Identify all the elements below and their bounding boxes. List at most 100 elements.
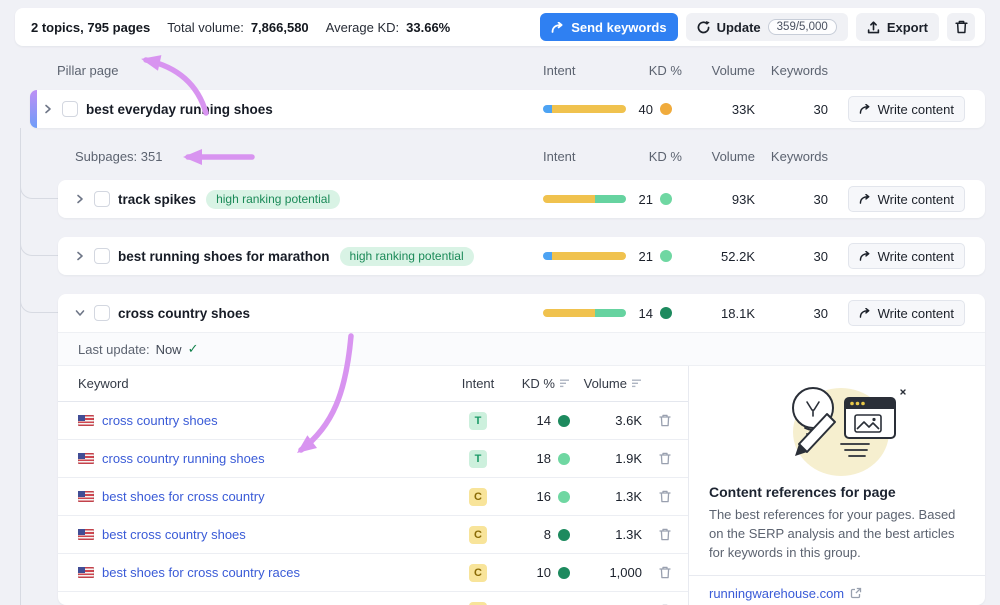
delete-keyword-button[interactable] xyxy=(659,566,671,579)
export-button[interactable]: Export xyxy=(856,13,939,41)
pillar-title: best everyday running shoes xyxy=(86,102,273,117)
column-volume-sort[interactable]: Volume xyxy=(584,376,642,391)
keyword-row[interactable]: best shoes for cross country races C 10 … xyxy=(58,554,688,592)
keyword-link[interactable]: best cross country shoes xyxy=(102,527,246,542)
kd-value: 10 xyxy=(537,565,551,580)
volume-value: 52.2K xyxy=(672,249,755,264)
row-checkbox[interactable] xyxy=(94,248,110,264)
high-ranking-badge: high ranking potential xyxy=(206,190,340,209)
write-content-button[interactable]: Write content xyxy=(848,300,965,326)
pillar-row[interactable]: best everyday running shoes 40 33K 30 Wr… xyxy=(30,90,985,128)
content-references-panel: Content references for page The best ref… xyxy=(688,366,985,605)
intent-badge: C xyxy=(469,526,487,544)
kd-value: 14 xyxy=(537,413,551,428)
write-content-button[interactable]: Write content xyxy=(848,96,965,122)
row-checkbox[interactable] xyxy=(94,191,110,207)
write-content-button[interactable]: Write content xyxy=(848,243,965,269)
expand-chevron-icon[interactable] xyxy=(74,194,86,204)
volume-value: 1.3K xyxy=(570,489,642,504)
update-label: Update xyxy=(717,20,761,35)
row-checkbox[interactable] xyxy=(94,305,110,321)
topics-pages-count: 2 topics, 795 pages xyxy=(31,20,150,35)
write-content-button[interactable]: Write content xyxy=(848,186,965,212)
delete-keyword-button[interactable] xyxy=(659,528,671,541)
keyword-row-partial[interactable]: best cross country running shoes C 10 1.… xyxy=(58,592,688,605)
us-flag-icon xyxy=(78,453,94,464)
delete-keyword-button[interactable] xyxy=(659,414,671,427)
trash-icon xyxy=(659,452,671,465)
keyword-link[interactable]: cross country shoes xyxy=(102,413,218,428)
send-arrow-icon xyxy=(551,22,564,33)
column-kd: KD % xyxy=(649,63,682,78)
kd-value: 14 xyxy=(639,306,653,321)
tree-branch-line xyxy=(20,173,58,199)
tree-trunk-line xyxy=(20,128,21,605)
delete-button[interactable] xyxy=(947,13,975,41)
keyword-row[interactable]: cross country running shoes T 18 1.9K xyxy=(58,440,688,478)
column-intent: Intent xyxy=(462,376,495,391)
send-keywords-button[interactable]: Send keywords xyxy=(540,13,677,41)
intent-badge: T xyxy=(469,412,487,430)
export-label: Export xyxy=(887,20,928,35)
trash-icon xyxy=(659,566,671,579)
trash-icon xyxy=(659,528,671,541)
average-kd-label: Average KD: xyxy=(326,20,399,35)
kd-value: 8 xyxy=(544,527,551,542)
subpage-row-marathon[interactable]: best running shoes for marathon high ran… xyxy=(58,237,985,275)
subpage-row-cross-country[interactable]: cross country shoes 14 18.1K 30 Write co… xyxy=(58,294,985,332)
last-update-label: Last update: xyxy=(78,342,150,357)
keyword-link[interactable]: best shoes for cross country xyxy=(102,489,265,504)
kd-value: 40 xyxy=(639,102,653,117)
keywords-count: 30 xyxy=(755,102,828,117)
column-volume: Volume xyxy=(712,149,755,164)
subpage-title: best running shoes for marathon xyxy=(118,249,330,264)
update-button[interactable]: Update 359/5,000 xyxy=(686,13,848,41)
expand-chevron-icon[interactable] xyxy=(42,104,54,114)
keyword-link[interactable]: best shoes for cross country races xyxy=(102,565,300,580)
us-flag-icon xyxy=(78,567,94,578)
subpage-title: track spikes xyxy=(118,192,196,207)
tree-branch-line xyxy=(20,230,58,256)
trash-icon xyxy=(659,414,671,427)
expand-chevron-icon[interactable] xyxy=(74,251,86,261)
us-flag-icon xyxy=(78,529,94,540)
keywords-count: 30 xyxy=(755,192,828,207)
trash-icon xyxy=(659,490,671,503)
write-arrow-icon xyxy=(859,251,871,261)
subpages-section-header: Subpages: 351 Intent KD % Volume Keyword… xyxy=(30,143,985,169)
send-keywords-label: Send keywords xyxy=(571,20,666,35)
row-checkbox[interactable] xyxy=(62,101,78,117)
keyword-link[interactable]: cross country running shoes xyxy=(102,451,265,466)
subpages-count-label: Subpages: 351 xyxy=(30,149,543,164)
intent-badge: T xyxy=(469,450,487,468)
column-kd-sort[interactable]: KD % xyxy=(522,376,570,391)
column-keywords: Keywords xyxy=(771,149,828,164)
volume-value: 1,000 xyxy=(570,565,642,580)
keyword-row[interactable]: best cross country shoes C 8 1.3K xyxy=(58,516,688,554)
us-flag-icon xyxy=(78,491,94,502)
kd-value: 21 xyxy=(639,249,653,264)
intent-bar xyxy=(543,252,626,260)
keyword-row[interactable]: cross country shoes T 14 3.6K xyxy=(58,402,688,440)
volume-value: 33K xyxy=(672,102,755,117)
kd-dot xyxy=(660,103,672,115)
topic-research-page: 2 topics, 795 pages Total volume: 7,866,… xyxy=(0,0,1000,605)
subpage-title: cross country shoes xyxy=(118,306,250,321)
check-icon: ✓ xyxy=(188,341,199,357)
column-keyword: Keyword xyxy=(58,376,458,391)
sort-icon xyxy=(632,379,642,388)
reference-link[interactable]: runningwarehouse.com xyxy=(709,586,862,601)
delete-keyword-button[interactable] xyxy=(659,490,671,503)
delete-keyword-button[interactable] xyxy=(659,452,671,465)
collapse-chevron-icon[interactable] xyxy=(74,308,86,318)
toolbar-buttons: Send keywords Update 359/5,000 Export xyxy=(540,13,975,41)
keyword-row[interactable]: best shoes for cross country C 16 1.3K xyxy=(58,478,688,516)
keyword-table-header: Keyword Intent KD % Volume xyxy=(58,366,688,402)
write-arrow-icon xyxy=(859,308,871,318)
subpage-row-track-spikes[interactable]: track spikes high ranking potential 21 9… xyxy=(58,180,985,218)
kd-value: 21 xyxy=(639,192,653,207)
high-ranking-badge: high ranking potential xyxy=(340,247,474,266)
volume-value: 18.1K xyxy=(672,306,755,321)
total-volume-value: 7,866,580 xyxy=(251,20,309,35)
keywords-count: 30 xyxy=(755,249,828,264)
